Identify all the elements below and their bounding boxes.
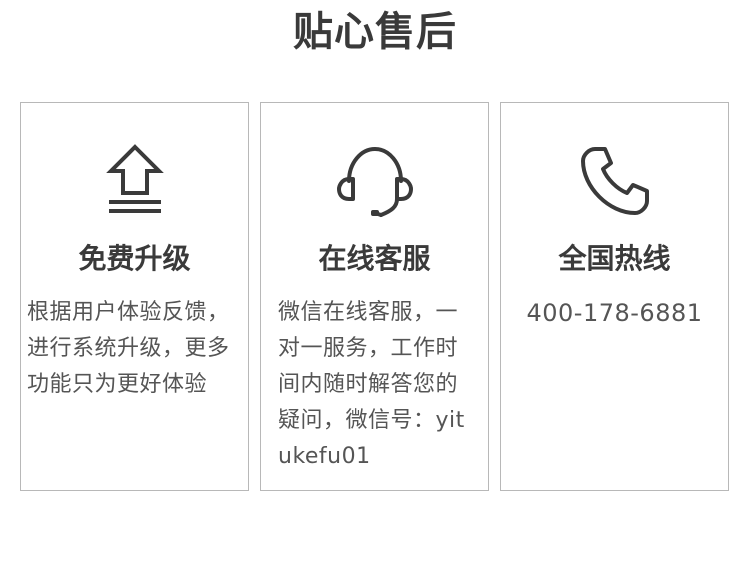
card-free-upgrade: 免费升级 根据用户体验反馈，进行系统升级，更多功能只为更好体验 [20,102,249,491]
page-title: 贴心售后 [293,9,457,55]
card-title: 全国热线 [558,242,671,275]
phone-icon [575,141,655,221]
card-description: 根据用户体验反馈，进行系统升级，更多功能只为更好体验 [27,300,230,397]
headset-icon [335,141,415,221]
upgrade-arrow-icon [95,141,175,221]
card-national-hotline: 全国热线 400-178-6881 [500,102,729,491]
card-description: 微信在线客服，一对一服务，工作时间内随时解答您的疑问，微信号：yitukefu0… [278,300,465,469]
card-title: 免费升级 [78,242,191,275]
hotline-number[interactable]: 400-178-6881 [501,295,728,331]
card-online-support: 在线客服 微信在线客服，一对一服务，工作时间内随时解答您的疑问，微信号：yitu… [260,102,489,491]
service-cards: 免费升级 根据用户体验反馈，进行系统升级，更多功能只为更好体验 在线客服 微信在… [20,102,730,491]
card-title: 在线客服 [318,242,431,275]
